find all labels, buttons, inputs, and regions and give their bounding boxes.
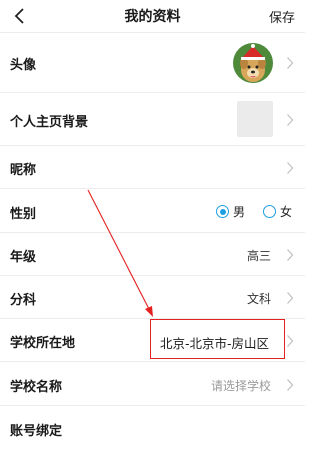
chevron-right-icon <box>287 249 294 261</box>
save-button[interactable]: 保存 <box>269 7 295 26</box>
school-name-row[interactable]: 学校名称 请选择学校 <box>0 362 305 406</box>
nickname-label: 昵称 <box>10 163 37 178</box>
nickname-row[interactable]: 昵称 <box>0 146 305 189</box>
gender-option-female[interactable]: 女 <box>263 203 292 220</box>
background-thumbnail[interactable] <box>237 101 273 137</box>
chevron-right-icon <box>287 335 294 347</box>
subject-row[interactable]: 分科 文科 <box>0 276 305 319</box>
gender-male-label: 男 <box>233 205 246 219</box>
chevron-right-icon <box>287 57 294 69</box>
gender-label: 性别 <box>10 207 37 222</box>
radio-unchecked-icon[interactable] <box>263 205 276 218</box>
chevron-right-icon <box>287 292 294 304</box>
top-bar: 我的资料 保存 <box>0 0 305 33</box>
grade-label: 年级 <box>10 250 37 265</box>
school-name-placeholder: 请选择学校 <box>210 379 271 393</box>
avatar[interactable] <box>233 43 273 83</box>
annotation-highlight-box <box>150 319 285 359</box>
background-label: 个人主页背景 <box>10 115 89 130</box>
grade-value: 高三 <box>246 249 271 263</box>
avatar-label: 头像 <box>10 58 37 73</box>
chevron-right-icon <box>287 162 294 174</box>
account-binding-row[interactable]: 账号绑定 <box>0 406 305 450</box>
subject-value: 文科 <box>246 292 271 306</box>
school-location-label: 学校所在地 <box>10 336 76 351</box>
background-row[interactable]: 个人主页背景 <box>0 93 305 146</box>
avatar-row[interactable]: 头像 <box>0 33 305 93</box>
school-name-label: 学校名称 <box>10 380 63 395</box>
gender-female-label: 女 <box>280 205 293 219</box>
account-binding-label: 账号绑定 <box>10 424 63 439</box>
chevron-right-icon <box>287 379 294 391</box>
gender-row: 性别 男 女 <box>0 189 305 233</box>
gender-option-male[interactable]: 男 <box>216 203 245 220</box>
dog-avatar-image <box>233 43 273 83</box>
chevron-right-icon <box>287 114 294 126</box>
grade-row[interactable]: 年级 高三 <box>0 233 305 276</box>
radio-checked-icon[interactable] <box>216 205 229 218</box>
page-title: 我的资料 <box>124 9 181 25</box>
subject-label: 分科 <box>10 293 37 308</box>
